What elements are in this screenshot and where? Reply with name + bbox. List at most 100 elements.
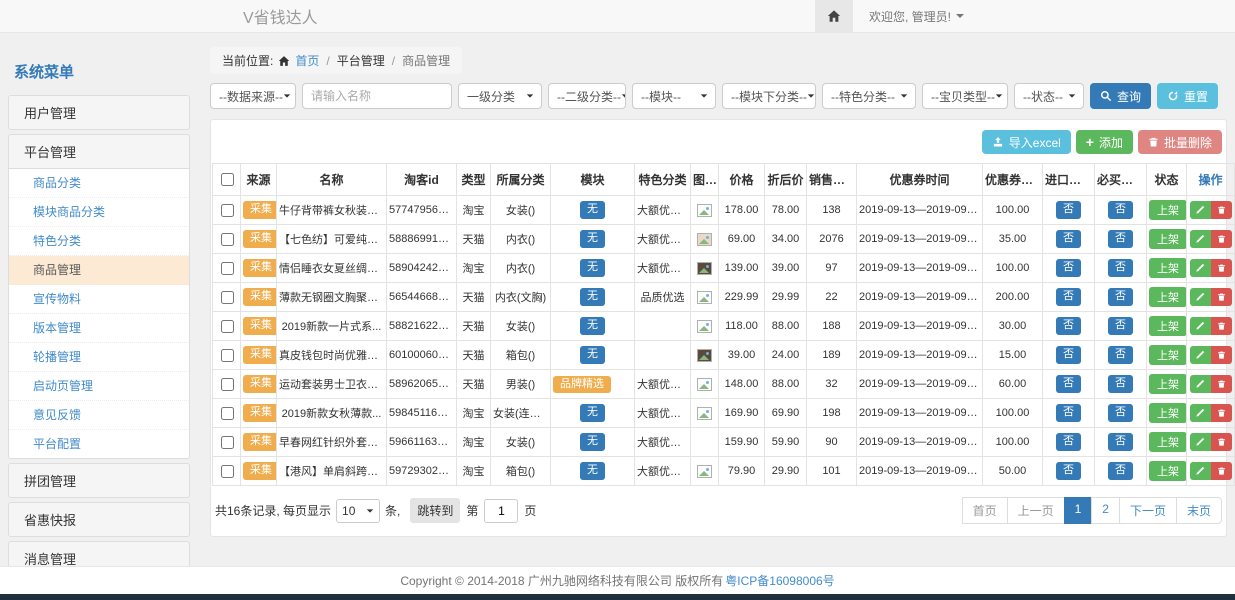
row-checkbox[interactable] [221,378,234,391]
must-buy-toggle[interactable]: 否 [1108,404,1133,422]
delete-button[interactable] [1211,346,1232,364]
sidebar-subitem[interactable]: 特色分类 [9,227,189,256]
filter-select[interactable]: --模块-- [632,83,716,109]
breadcrumb-home-link[interactable]: 首页 [295,52,319,69]
pager-button[interactable]: 下一页 [1119,497,1177,524]
home-button[interactable] [815,0,853,32]
delete-button[interactable] [1211,433,1232,451]
row-checkbox[interactable] [221,291,234,304]
import-select-toggle[interactable]: 否 [1056,375,1081,393]
page-number-input[interactable] [484,499,518,523]
icp-link[interactable]: 粤ICP备16098006号 [725,572,834,589]
data-source-select[interactable]: --数据来源-- [210,83,296,109]
sidebar-subitem[interactable]: 启动页管理 [9,372,189,401]
row-checkbox[interactable] [221,233,234,246]
delete-button[interactable] [1211,462,1232,480]
sidebar-item-users[interactable]: 用户管理 [8,95,190,130]
sidebar-subitem[interactable]: 商品分类 [9,169,189,198]
import-select-toggle[interactable]: 否 [1056,201,1081,219]
edit-button[interactable] [1190,259,1211,277]
jump-button[interactable]: 跳转到 [410,498,460,523]
must-buy-toggle[interactable]: 否 [1108,433,1133,451]
edit-button[interactable] [1190,346,1211,364]
must-buy-toggle[interactable]: 否 [1108,201,1133,219]
sidebar-subitem[interactable]: 商品管理 [9,256,189,285]
sidebar-item[interactable]: 拼团管理 [8,463,190,498]
sidebar-subitem[interactable]: 宣传物料 [9,285,189,314]
sidebar-item[interactable]: 省惠快报 [8,502,190,537]
import-select-toggle[interactable]: 否 [1056,462,1081,480]
status-button[interactable]: 上架 [1149,374,1187,394]
status-button[interactable]: 上架 [1149,345,1187,365]
status-button[interactable]: 上架 [1149,432,1187,452]
import-select-toggle[interactable]: 否 [1056,346,1081,364]
delete-button[interactable] [1211,201,1232,219]
edit-button[interactable] [1190,433,1211,451]
must-buy-toggle[interactable]: 否 [1108,230,1133,248]
row-checkbox[interactable] [221,349,234,362]
import-select-toggle[interactable]: 否 [1056,404,1081,422]
pager-button[interactable]: 1 [1064,497,1093,524]
delete-button[interactable] [1211,375,1232,393]
row-checkbox[interactable] [221,320,234,333]
filter-select[interactable]: --状态-- [1014,83,1084,109]
add-button[interactable]: + 添加 [1076,130,1133,154]
must-buy-toggle[interactable]: 否 [1108,462,1133,480]
row-checkbox[interactable] [221,407,234,420]
edit-button[interactable] [1190,288,1211,306]
must-buy-toggle[interactable]: 否 [1108,288,1133,306]
pager-button[interactable]: 上一页 [1007,497,1065,524]
sidebar-subitem[interactable]: 版本管理 [9,314,189,343]
import-select-toggle[interactable]: 否 [1056,433,1081,451]
filter-select[interactable]: --二级分类-- [548,83,626,109]
import-select-toggle[interactable]: 否 [1056,288,1081,306]
status-button[interactable]: 上架 [1149,461,1187,481]
sidebar-subitem[interactable]: 平台配置 [9,430,189,458]
edit-button[interactable] [1190,230,1211,248]
select-all-checkbox[interactable] [221,173,234,186]
edit-button[interactable] [1190,317,1211,335]
status-button[interactable]: 上架 [1149,403,1187,423]
delete-button[interactable] [1211,317,1232,335]
import-select-toggle[interactable]: 否 [1056,230,1081,248]
filter-select[interactable]: --特色分类-- [822,83,916,109]
status-button[interactable]: 上架 [1149,200,1187,220]
status-button[interactable]: 上架 [1149,258,1187,278]
filter-select[interactable]: --宝贝类型-- [922,83,1008,109]
pager-button[interactable]: 末页 [1176,497,1222,524]
must-buy-toggle[interactable]: 否 [1108,375,1133,393]
must-buy-toggle[interactable]: 否 [1108,259,1133,277]
sidebar-item-platform[interactable]: 平台管理 [8,134,190,169]
status-button[interactable]: 上架 [1149,287,1187,307]
edit-button[interactable] [1190,375,1211,393]
filter-select[interactable]: 一级分类 [458,83,542,109]
pager-button[interactable]: 2 [1091,497,1120,524]
row-checkbox[interactable] [221,204,234,217]
delete-button[interactable] [1211,288,1232,306]
batch-delete-button[interactable]: 批量删除 [1138,130,1222,154]
delete-button[interactable] [1211,259,1232,277]
status-button[interactable]: 上架 [1149,316,1187,336]
name-search-input[interactable] [302,83,452,109]
sidebar-subitem[interactable]: 模块商品分类 [9,198,189,227]
import-select-toggle[interactable]: 否 [1056,317,1081,335]
row-checkbox[interactable] [221,436,234,449]
edit-button[interactable] [1190,404,1211,422]
sidebar-subitem[interactable]: 意见反馈 [9,401,189,430]
sidebar-item[interactable]: 消息管理 [8,541,190,568]
delete-button[interactable] [1211,404,1232,422]
filter-select[interactable]: --模块下分类-- [722,83,816,109]
pager-button[interactable]: 首页 [962,497,1008,524]
row-checkbox[interactable] [221,262,234,275]
per-page-select[interactable]: 10 [336,499,380,523]
import-excel-button[interactable]: 导入excel [982,130,1071,154]
reset-button[interactable]: 重置 [1157,83,1218,109]
edit-button[interactable] [1190,462,1211,480]
row-checkbox[interactable] [221,465,234,478]
delete-button[interactable] [1211,230,1232,248]
import-select-toggle[interactable]: 否 [1056,259,1081,277]
sidebar-subitem[interactable]: 轮播管理 [9,343,189,372]
must-buy-toggle[interactable]: 否 [1108,317,1133,335]
edit-button[interactable] [1190,201,1211,219]
status-button[interactable]: 上架 [1149,229,1187,249]
